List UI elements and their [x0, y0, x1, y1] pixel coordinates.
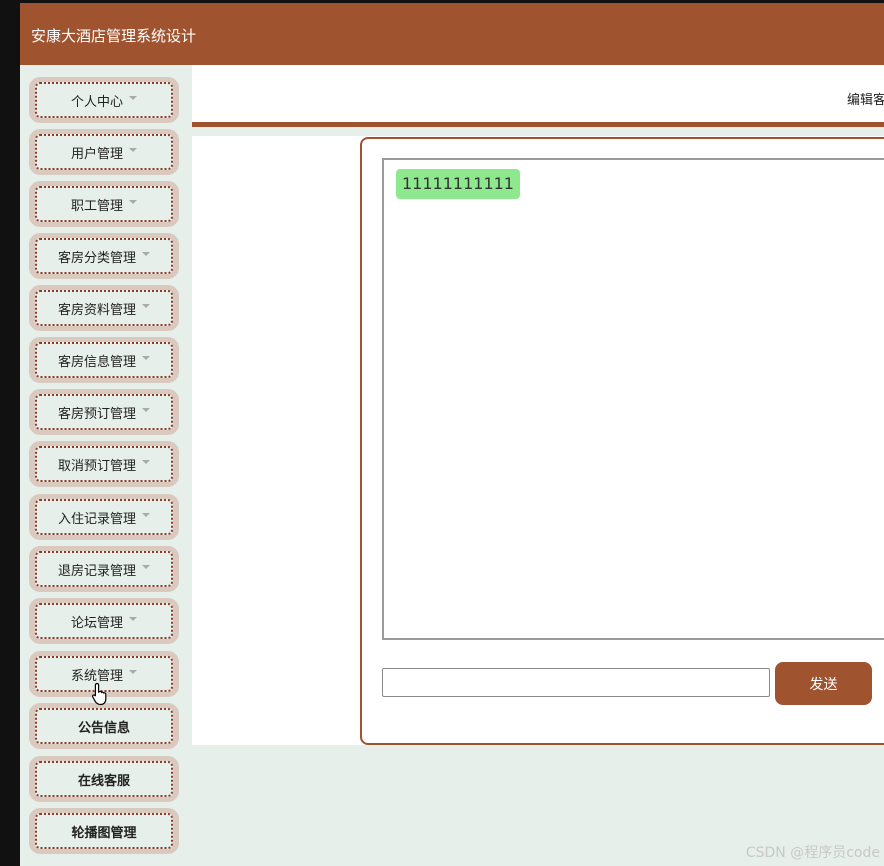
caret-down-icon — [142, 408, 150, 412]
sidebar-item-announcements[interactable]: 公告信息 — [29, 703, 179, 749]
sidebar-item-label: 职工管理 — [70, 198, 123, 214]
sidebar-item-label: 论坛管理 — [70, 615, 123, 631]
sidebar-item-forum-management[interactable]: 论坛管理 — [29, 598, 179, 644]
caret-down-icon — [129, 200, 137, 204]
caret-down-icon — [142, 304, 150, 308]
sidebar-item-checkout-records[interactable]: 退房记录管理 — [29, 546, 179, 592]
sidebar-item-label: 客房分类管理 — [57, 250, 136, 266]
sidebar-item-room-profile[interactable]: 客房资料管理 — [29, 285, 179, 331]
sidebar-item-label: 轮播图管理 — [71, 825, 137, 841]
chat-panel: 11111111111 发送 — [360, 137, 884, 745]
sidebar-item-label: 客房信息管理 — [57, 354, 136, 370]
chat-message: 11111111111 — [396, 169, 520, 199]
sidebar-item-label: 用户管理 — [70, 146, 123, 162]
watermark: CSDN @程序员code — [745, 845, 880, 861]
breadcrumb: 编辑客 — [846, 93, 884, 108]
top-bar: 编辑客 — [192, 65, 884, 122]
sidebar: 个人中心 用户管理 职工管理 客房分类管理 客房资料管理 客房信息管理 客房预订… — [20, 65, 192, 866]
sidebar-item-label: 取消预订管理 — [57, 458, 136, 474]
caret-down-icon — [142, 356, 150, 360]
caret-down-icon — [142, 513, 150, 517]
sidebar-item-user-management[interactable]: 用户管理 — [29, 129, 179, 175]
sidebar-item-label: 公告信息 — [77, 720, 130, 736]
sidebar-item-carousel-management[interactable]: 轮播图管理 — [29, 808, 179, 854]
sidebar-item-checkin-records[interactable]: 入住记录管理 — [29, 494, 179, 540]
caret-down-icon — [129, 96, 137, 100]
sidebar-item-label: 入住记录管理 — [57, 511, 136, 527]
caret-down-icon — [142, 460, 150, 464]
sidebar-item-room-info[interactable]: 客房信息管理 — [29, 337, 179, 383]
sidebar-item-room-category[interactable]: 客房分类管理 — [29, 233, 179, 279]
caret-down-icon — [142, 252, 150, 256]
caret-down-icon — [142, 565, 150, 569]
sidebar-item-cancel-booking[interactable]: 取消预订管理 — [29, 441, 179, 487]
message-list[interactable]: 11111111111 — [382, 158, 884, 640]
caret-down-icon — [129, 617, 137, 621]
message-input[interactable] — [382, 668, 770, 697]
sidebar-item-label: 个人中心 — [70, 94, 123, 110]
sidebar-item-online-service[interactable]: 在线客服 — [29, 756, 179, 802]
sidebar-item-label: 系统管理 — [70, 668, 123, 684]
app-title: 安康大酒店管理系统设计 — [31, 27, 197, 45]
sidebar-item-label: 在线客服 — [77, 773, 130, 789]
window-edge — [0, 0, 20, 866]
hand-cursor-icon — [91, 682, 107, 706]
caret-down-icon — [129, 148, 137, 152]
topbar-divider — [192, 122, 884, 127]
sidebar-item-label: 客房资料管理 — [57, 302, 136, 318]
sidebar-item-personal-center[interactable]: 个人中心 — [29, 77, 179, 123]
send-button[interactable]: 发送 — [775, 662, 872, 705]
sidebar-item-room-booking[interactable]: 客房预订管理 — [29, 389, 179, 435]
sidebar-item-label: 客房预订管理 — [57, 406, 136, 422]
app-header: 安康大酒店管理系统设计 — [20, 0, 884, 65]
sidebar-item-label: 退房记录管理 — [57, 563, 136, 579]
caret-down-icon — [129, 670, 137, 674]
sidebar-item-staff-management[interactable]: 职工管理 — [29, 181, 179, 227]
